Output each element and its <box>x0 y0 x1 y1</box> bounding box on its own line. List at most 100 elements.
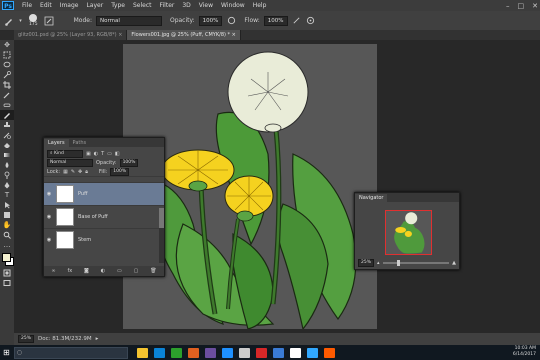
tab-paths[interactable]: Paths <box>69 139 91 147</box>
status-arrow-icon[interactable]: ▸ <box>96 336 99 342</box>
color-swatches[interactable] <box>0 250 14 268</box>
filter-pixel-icon[interactable]: ▣ <box>86 151 91 157</box>
pressure-size-icon[interactable] <box>306 16 316 26</box>
zoom-tool-icon[interactable] <box>0 230 14 240</box>
visibility-eye-icon[interactable]: ◉ <box>44 214 54 220</box>
windows-start-icon[interactable]: ⊞ <box>3 348 10 357</box>
move-tool-icon[interactable]: ✥ <box>0 40 14 50</box>
filter-shape-icon[interactable]: ▭ <box>107 151 112 157</box>
tab-layers[interactable]: Layers <box>44 139 69 147</box>
maximize-button[interactable]: □ <box>518 2 525 10</box>
type-tool-icon[interactable]: T <box>0 190 14 200</box>
group-icon[interactable]: ▭ <box>117 268 122 274</box>
tab-close-icon[interactable]: × <box>118 32 122 38</box>
marquee-tool-icon[interactable] <box>0 50 14 60</box>
layer-row-puff[interactable]: ◉ Puff <box>44 182 164 205</box>
lock-move-icon[interactable]: ✥ <box>78 169 82 175</box>
taskbar-clock[interactable]: 10:03 AM 6/14/2017 <box>513 346 536 358</box>
scrollbar-thumb[interactable] <box>159 208 164 228</box>
zoom-slider-handle[interactable] <box>397 259 401 266</box>
screen-mode-icon[interactable] <box>0 278 14 288</box>
visibility-eye-icon[interactable]: ◉ <box>44 237 54 243</box>
taskbar-app-icon[interactable] <box>272 347 284 358</box>
eyedropper-tool-icon[interactable] <box>0 90 14 100</box>
minimize-button[interactable]: – <box>506 2 510 10</box>
fill-field[interactable]: 100% <box>110 167 130 176</box>
taskbar-app-icon[interactable] <box>187 347 199 358</box>
quick-select-tool-icon[interactable] <box>0 70 14 80</box>
menu-help[interactable]: Help <box>249 2 271 9</box>
navigator-zoom-field[interactable]: 25% <box>358 258 375 267</box>
taskbar-app-icon[interactable] <box>255 347 267 358</box>
brush-panel-icon[interactable] <box>44 16 54 26</box>
adjustment-icon[interactable]: ◐ <box>101 268 105 274</box>
zoom-out-icon[interactable]: ▴ <box>377 260 380 266</box>
zoom-slider[interactable] <box>382 259 450 266</box>
navigator-preview[interactable] <box>385 210 432 255</box>
eraser-tool-icon[interactable] <box>0 140 14 150</box>
kind-filter-select[interactable]: ⌕ Kind <box>47 149 83 158</box>
tab-navigator[interactable]: Navigator <box>355 194 388 202</box>
path-select-tool-icon[interactable] <box>0 200 14 210</box>
chevron-down-icon[interactable]: ▾ <box>18 16 23 26</box>
crop-tool-icon[interactable] <box>0 80 14 90</box>
menu-file[interactable]: File <box>18 2 36 9</box>
zoom-in-icon[interactable]: ▲ <box>452 260 456 266</box>
shape-tool-icon[interactable] <box>0 210 14 220</box>
airbrush-icon[interactable] <box>292 16 302 26</box>
menu-layer[interactable]: Layer <box>82 2 107 9</box>
taskbar-app-icon[interactable] <box>204 347 216 358</box>
more-tools-icon[interactable]: … <box>0 240 14 250</box>
menu-window[interactable]: Window <box>217 2 249 9</box>
blur-tool-icon[interactable] <box>0 160 14 170</box>
foreground-color-swatch[interactable] <box>2 253 11 262</box>
menu-filter[interactable]: Filter <box>156 2 179 9</box>
tab-close-icon[interactable]: × <box>232 32 236 38</box>
fx-icon[interactable]: fx <box>67 268 72 274</box>
close-button[interactable]: ✕ <box>532 2 538 10</box>
menu-3d[interactable]: 3D <box>178 2 194 9</box>
layer-opacity-field[interactable]: 100% <box>119 158 139 167</box>
menu-image[interactable]: Image <box>56 2 83 9</box>
taskbar-app-icon[interactable] <box>221 347 233 358</box>
taskbar-app-icon[interactable] <box>238 347 250 358</box>
brush-preset-picker[interactable]: 175 <box>29 14 38 27</box>
trash-icon[interactable]: 🗑︎ <box>150 268 156 274</box>
lasso-tool-icon[interactable] <box>0 60 14 70</box>
brush-tool-icon[interactable] <box>4 16 14 26</box>
taskbar-app-icon[interactable] <box>323 347 335 358</box>
tab-flowers001[interactable]: Flowers001.jpg @ 25% (Puff, CMYK/8) * × <box>127 30 241 40</box>
layers-scrollbar[interactable] <box>159 208 164 263</box>
pressure-opacity-icon[interactable] <box>226 16 236 26</box>
pen-tool-icon[interactable] <box>0 180 14 190</box>
stamp-tool-icon[interactable] <box>0 120 14 130</box>
menu-view[interactable]: View <box>195 2 217 9</box>
history-brush-tool-icon[interactable] <box>0 130 14 140</box>
lock-all-icon[interactable]: 🔒︎ <box>85 169 88 175</box>
blend-mode-select[interactable]: Normal <box>47 158 93 167</box>
link-icon[interactable]: ∞ <box>51 268 55 274</box>
lock-transparent-icon[interactable]: ▦ <box>63 169 68 175</box>
hand-tool-icon[interactable]: ✋ <box>0 220 14 230</box>
filter-adjustment-icon[interactable]: ◐ <box>94 151 98 157</box>
new-layer-icon[interactable]: ▢ <box>134 268 139 274</box>
filter-type-icon[interactable]: T <box>101 151 104 157</box>
taskbar-app-icon[interactable] <box>306 347 318 358</box>
layer-row-base-of-puff[interactable]: ◉ Base of Puff <box>44 205 164 228</box>
menu-type[interactable]: Type <box>107 2 129 9</box>
filter-smart-icon[interactable]: ◧ <box>115 151 120 157</box>
menu-edit[interactable]: Edit <box>36 2 56 9</box>
opacity-field[interactable]: 100% <box>198 15 223 26</box>
healing-tool-icon[interactable] <box>0 100 14 110</box>
flow-field[interactable]: 100% <box>263 15 288 26</box>
visibility-eye-icon[interactable]: ◉ <box>44 191 54 197</box>
quick-mask-icon[interactable] <box>0 268 14 278</box>
dodge-tool-icon[interactable] <box>0 170 14 180</box>
gradient-tool-icon[interactable] <box>0 150 14 160</box>
taskbar-app-icon[interactable] <box>153 347 165 358</box>
taskbar-app-icon[interactable] <box>289 347 301 358</box>
taskbar-search[interactable]: ○ <box>13 346 128 359</box>
lock-paint-icon[interactable]: ✎ <box>71 169 75 175</box>
taskbar-app-icon[interactable] <box>136 347 148 358</box>
mask-icon[interactable]: ◙ <box>84 268 89 274</box>
